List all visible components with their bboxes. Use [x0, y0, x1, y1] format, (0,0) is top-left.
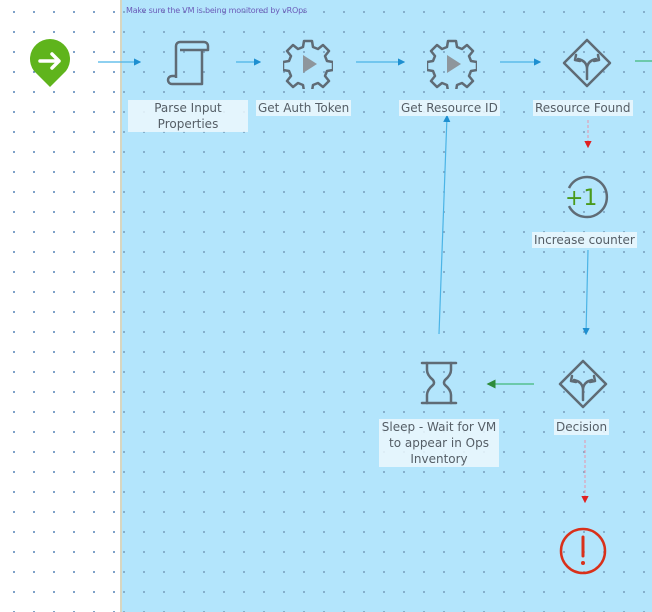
arrow-right-icon: [30, 39, 70, 87]
svg-text:+1: +1: [565, 186, 597, 211]
hourglass-icon: [420, 361, 458, 405]
link-counter-to-decision[interactable]: [582, 249, 590, 336]
resource-found-node[interactable]: [562, 38, 612, 88]
gear-play-icon: [427, 39, 477, 89]
links-layer: [98, 58, 652, 504]
plus-one-icon: +1: [565, 175, 609, 219]
error-end-node[interactable]: [558, 526, 608, 576]
start-node[interactable]: [29, 39, 71, 89]
increase-counter-label: Increase counter: [532, 232, 637, 248]
parse-input-label: Parse Input Properties: [128, 100, 248, 132]
increase-counter-node[interactable]: +1: [563, 173, 611, 221]
resource-found-label: Resource Found: [533, 100, 633, 116]
decision-diamond-icon: [562, 38, 612, 88]
parse-input-node[interactable]: [164, 40, 212, 88]
get-resource-id-node[interactable]: [427, 39, 477, 89]
decision-diamond-icon: [558, 359, 608, 409]
link-sleep-to-resource[interactable]: [438, 114, 451, 335]
get-auth-token-label: Get Auth Token: [256, 100, 352, 116]
scroll-icon: [166, 40, 210, 86]
sleep-label: Sleep - Wait for VM to appear in Ops Inv…: [379, 419, 499, 467]
get-auth-token-node[interactable]: [283, 39, 333, 89]
get-resource-id-label: Get Resource ID: [399, 100, 500, 116]
sleep-node[interactable]: [420, 360, 458, 406]
decision-label: Decision: [554, 419, 610, 435]
gear-play-icon: [283, 39, 333, 89]
exclamation-circle-icon: [559, 527, 607, 575]
decision-node[interactable]: [558, 359, 608, 409]
